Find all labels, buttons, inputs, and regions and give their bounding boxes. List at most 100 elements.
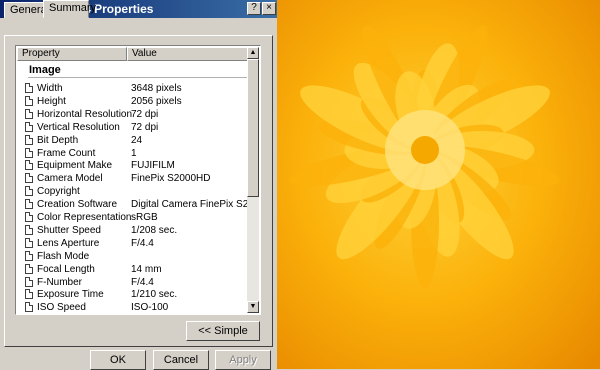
property-row[interactable]: Horizontal Resolution 72 dpi [17,108,249,121]
property-value: FUJIFILM [131,160,175,172]
property-name: Color Representation [37,212,132,223]
scroll-thumb[interactable] [247,59,259,197]
simple-button[interactable]: << Simple [186,321,260,341]
document-icon [25,224,33,235]
document-icon [25,263,33,274]
cancel-button[interactable]: Cancel [153,350,209,370]
group-heading-image: Image [29,64,61,76]
property-value: Digital Camera FinePix S200... [131,199,247,211]
property-value: ISO-100 [131,302,169,314]
property-row[interactable]: F-Number F/4.4 [17,276,249,289]
property-row[interactable]: Frame Count 1 [17,147,249,160]
flower-image [277,0,600,369]
flower-photo [277,0,600,369]
tab-summary-label: Summary [49,2,97,14]
property-row[interactable]: Shutter Speed 1/208 sec. [17,224,249,237]
arrow-down-icon: ▼ [249,303,257,310]
property-name: Lens Aperture [37,237,100,249]
property-name: Exposure Time [37,289,104,301]
cancel-button-label: Cancel [163,354,199,366]
property-row[interactable]: Exposure Time 1/210 sec. [17,288,249,301]
property-value: 24 [131,134,143,146]
property-value: FinePix S2000HD [131,173,211,185]
arrow-up-icon: ▲ [249,49,257,56]
property-value: 1/208 sec. [131,224,178,236]
document-icon [25,250,33,261]
scroll-up-button[interactable]: ▲ [247,47,259,59]
list-header: Property Value [17,47,249,61]
property-name: Flash Mode [37,250,90,262]
property-value: 72 dpi [131,121,159,133]
property-name: Creation Software [37,199,118,211]
property-value: 1/210 sec. [131,289,178,301]
close-button[interactable]: × [262,2,276,15]
apply-button[interactable]: Apply [215,350,271,370]
document-icon [25,186,33,197]
document-icon [25,160,33,171]
property-name: Shutter Speed [37,224,101,236]
document-icon [25,134,33,145]
property-name: Bit Depth [37,134,79,146]
column-header-value-label: Value [132,48,157,59]
property-row[interactable]: Bit Depth 24 [17,134,249,147]
property-name: Focal Length [37,263,95,275]
property-name: Vertical Resolution [37,121,120,133]
property-row[interactable]: ISO Speed ISO-100 [17,301,249,314]
property-row[interactable]: Height 2056 pixels [17,95,249,108]
property-value: 72 dpi [131,108,159,120]
document-icon [25,108,33,119]
document-icon [25,237,33,248]
property-name: ISO Speed [37,302,86,314]
property-value: F/4.4 [131,237,154,249]
help-button[interactable]: ? [247,2,261,15]
property-row[interactable]: Copyright [17,185,249,198]
property-row[interactable]: Width 3648 pixels [17,82,249,95]
ok-button[interactable]: OK [90,350,146,370]
document-icon [25,147,33,158]
property-value: 3648 pixels [131,83,182,94]
document-icon [25,212,33,222]
document-icon [25,276,33,287]
scroll-down-button[interactable]: ▼ [247,301,259,313]
flower-pistil [411,136,439,164]
column-header-value[interactable]: Value [127,47,249,61]
ok-button-label: OK [110,354,126,366]
property-value: 2056 pixels [131,95,182,107]
document-icon [25,173,33,184]
property-row[interactable]: Focal Length 14 mm [17,263,249,276]
group-divider [28,77,247,78]
property-row[interactable]: Creation Software Digital Camera FinePix … [17,198,249,211]
property-name: Height [37,95,66,107]
document-icon [25,121,33,132]
property-row[interactable]: Equipment Make FUJIFILM [17,159,249,172]
property-name: Equipment Make [37,160,113,172]
property-row[interactable]: Lens Aperture F/4.4 [17,237,249,250]
property-value: sRGB [131,212,158,223]
property-name: Copyright [37,186,80,198]
property-name: F-Number [37,276,83,288]
vertical-scrollbar[interactable]: ▲ ▼ [247,47,259,313]
property-row[interactable]: Camera Model FinePix S2000HD [17,172,249,185]
property-name: Width [37,83,63,94]
document-icon [25,199,33,210]
property-row[interactable]: Vertical Resolution 72 dpi [17,121,249,134]
simple-button-label: << Simple [198,325,248,337]
property-value: 14 mm [131,263,162,275]
close-icon: × [266,2,272,13]
property-name: Frame Count [37,147,96,159]
property-name: Camera Model [37,173,103,185]
property-value: F/4.4 [131,276,154,288]
property-row[interactable]: Flash Mode [17,250,249,263]
document-icon [25,289,33,300]
document-icon [25,83,33,93]
property-list[interactable]: Property Value Image Width 3648 pixels Hei… [15,45,261,315]
help-icon: ? [251,2,257,13]
property-row[interactable]: Color Representation sRGB [17,211,249,224]
tab-summary[interactable]: Summary [43,0,96,18]
apply-button-label: Apply [229,354,257,366]
document-icon [25,95,33,106]
column-header-property[interactable]: Property [17,47,127,61]
tab-general[interactable]: General [4,2,49,18]
document-icon [25,302,33,313]
column-header-property-label: Property [22,48,60,59]
